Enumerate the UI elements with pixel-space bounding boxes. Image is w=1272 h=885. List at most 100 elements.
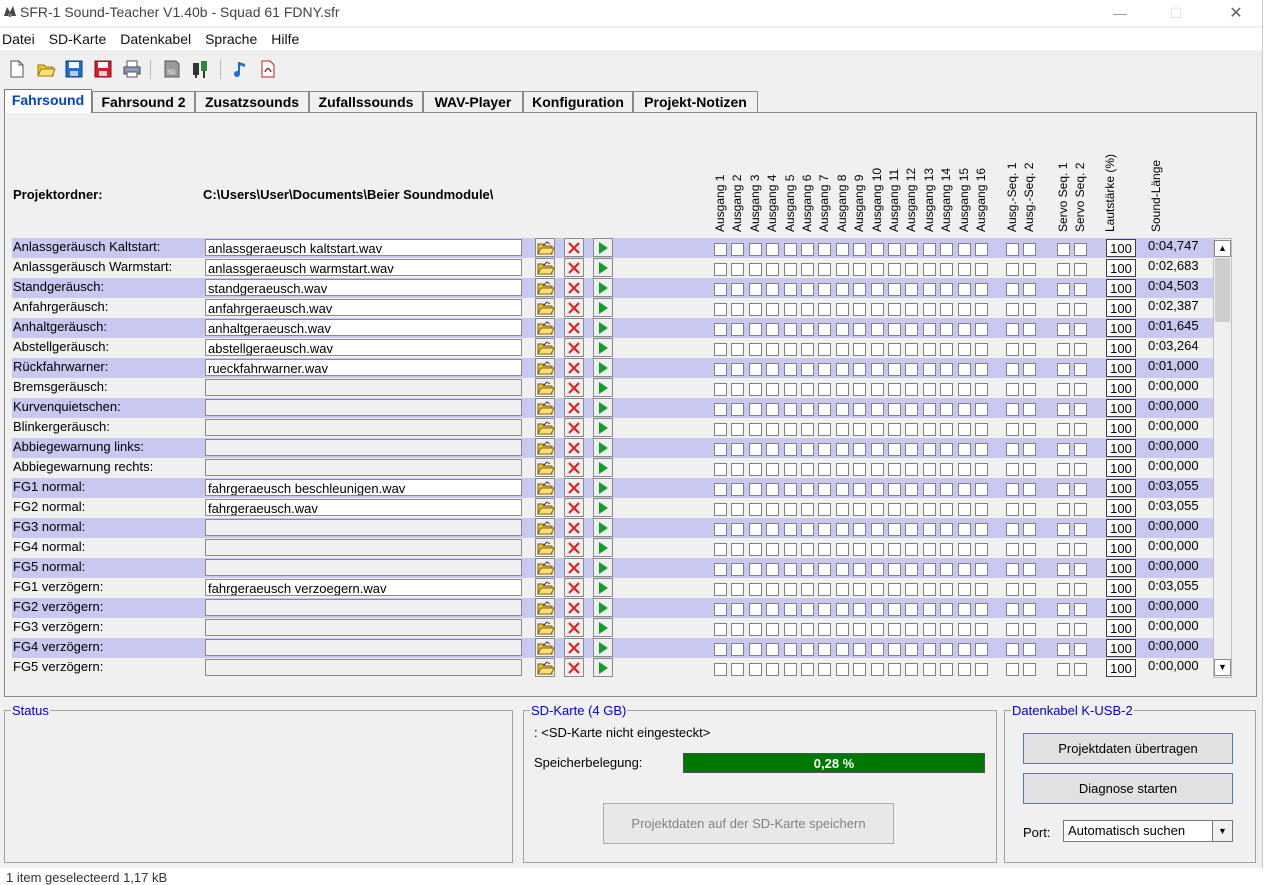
ausgang-5-checkbox[interactable] <box>783 643 797 656</box>
ausg-seq-2-checkbox[interactable] <box>1023 403 1036 416</box>
ausgang-11-checkbox[interactable] <box>888 643 901 656</box>
ausgang-2-checkbox[interactable] <box>731 503 745 516</box>
ausgang-2-checkbox[interactable] <box>731 383 745 396</box>
ausgang-8-checkbox[interactable] <box>835 483 849 496</box>
servo-seq-1-checkbox[interactable] <box>1057 543 1070 556</box>
ausgang-9-checkbox[interactable] <box>853 463 867 476</box>
delete-file-button[interactable] <box>564 638 584 657</box>
volume-field[interactable]: 100 <box>1106 579 1136 597</box>
ausgang-3-checkbox[interactable] <box>748 383 762 396</box>
ausgang-4-checkbox[interactable] <box>766 443 780 456</box>
delete-file-button[interactable] <box>564 358 584 377</box>
ausg-seq-1-checkbox[interactable] <box>1006 523 1019 536</box>
ausgang-10-checkbox[interactable] <box>870 623 884 636</box>
tab-zusatzsounds[interactable]: Zusatzsounds <box>195 91 309 112</box>
ausgang-3-checkbox[interactable] <box>748 243 762 256</box>
delete-file-button[interactable] <box>564 498 584 517</box>
ausgang-9-checkbox[interactable] <box>853 663 867 676</box>
ausgang-5-checkbox[interactable] <box>783 583 797 596</box>
ausgang-10-checkbox[interactable] <box>870 663 884 676</box>
ausgang-1-checkbox[interactable] <box>714 543 727 556</box>
ausgang-5-checkbox[interactable] <box>783 263 797 276</box>
ausgang-3-checkbox[interactable] <box>748 403 762 416</box>
ausgang-3-checkbox[interactable] <box>748 443 762 456</box>
volume-field[interactable]: 100 <box>1106 339 1136 357</box>
ausgang-4-checkbox[interactable] <box>766 623 780 636</box>
delete-file-button[interactable] <box>564 318 584 337</box>
ausgang-7-checkbox[interactable] <box>818 363 832 376</box>
ausgang-14-checkbox[interactable] <box>940 603 954 616</box>
ausgang-9-checkbox[interactable] <box>853 583 867 596</box>
ausgang-5-checkbox[interactable] <box>783 303 797 316</box>
ausgang-16-checkbox[interactable] <box>975 423 988 436</box>
ausg-seq-1-checkbox[interactable] <box>1006 503 1019 516</box>
ausgang-6-checkbox[interactable] <box>801 483 814 496</box>
ausgang-10-checkbox[interactable] <box>870 643 884 656</box>
ausgang-14-checkbox[interactable] <box>940 543 954 556</box>
ausgang-12-checkbox[interactable] <box>905 623 919 636</box>
table-scrollbar[interactable]: ▲ ▼ <box>1213 238 1232 678</box>
browse-file-button[interactable] <box>535 338 555 357</box>
ausgang-15-checkbox[interactable] <box>957 543 971 556</box>
ausgang-12-checkbox[interactable] <box>905 523 919 536</box>
dropdown-arrow-icon[interactable]: ▼ <box>1212 821 1232 841</box>
ausgang-13-checkbox[interactable] <box>922 563 936 576</box>
ausgang-10-checkbox[interactable] <box>870 403 884 416</box>
ausgang-16-checkbox[interactable] <box>975 283 988 296</box>
maximize-button[interactable]: ☐ <box>1153 0 1199 26</box>
tab-projekt-notizen[interactable]: Projekt-Notizen <box>633 91 758 112</box>
ausgang-2-checkbox[interactable] <box>731 463 745 476</box>
ausgang-15-checkbox[interactable] <box>957 563 971 576</box>
servo-seq-1-checkbox[interactable] <box>1057 483 1070 496</box>
ausgang-5-checkbox[interactable] <box>783 363 797 376</box>
ausgang-10-checkbox[interactable] <box>870 463 884 476</box>
ausgang-2-checkbox[interactable] <box>731 483 745 496</box>
ausgang-6-checkbox[interactable] <box>801 443 814 456</box>
delete-file-button[interactable] <box>564 458 584 477</box>
ausgang-8-checkbox[interactable] <box>835 503 849 516</box>
ausgang-12-checkbox[interactable] <box>905 343 919 356</box>
ausg-seq-2-checkbox[interactable] <box>1023 583 1036 596</box>
servo-seq-1-checkbox[interactable] <box>1057 523 1070 536</box>
servo-seq-1-checkbox[interactable] <box>1057 663 1070 676</box>
sound-file-field[interactable]: anlassgeraeusch warmstart.wav <box>205 259 522 276</box>
save-icon[interactable] <box>64 59 84 79</box>
ausgang-14-checkbox[interactable] <box>940 563 954 576</box>
volume-field[interactable]: 100 <box>1106 639 1136 657</box>
ausgang-5-checkbox[interactable] <box>783 283 797 296</box>
ausgang-3-checkbox[interactable] <box>748 323 762 336</box>
play-sound-button[interactable] <box>593 318 613 337</box>
browse-file-button[interactable] <box>535 618 555 637</box>
scroll-thumb[interactable] <box>1215 258 1230 322</box>
scroll-up-button[interactable]: ▲ <box>1214 240 1231 257</box>
ausgang-9-checkbox[interactable] <box>853 283 867 296</box>
ausgang-12-checkbox[interactable] <box>905 243 919 256</box>
ausgang-16-checkbox[interactable] <box>975 343 988 356</box>
ausgang-6-checkbox[interactable] <box>801 423 814 436</box>
ausgang-6-checkbox[interactable] <box>801 403 814 416</box>
ausgang-15-checkbox[interactable] <box>957 423 971 436</box>
ausgang-2-checkbox[interactable] <box>731 343 745 356</box>
ausgang-7-checkbox[interactable] <box>818 543 832 556</box>
open-icon[interactable] <box>36 59 56 79</box>
tab-zufallssounds[interactable]: Zufallssounds <box>309 91 423 112</box>
browse-file-button[interactable] <box>535 318 555 337</box>
ausgang-5-checkbox[interactable] <box>783 383 797 396</box>
ausgang-13-checkbox[interactable] <box>922 643 936 656</box>
ausgang-8-checkbox[interactable] <box>835 623 849 636</box>
ausgang-16-checkbox[interactable] <box>975 583 988 596</box>
ausgang-10-checkbox[interactable] <box>870 363 884 376</box>
ausgang-11-checkbox[interactable] <box>888 363 901 376</box>
delete-file-button[interactable] <box>564 258 584 277</box>
menu-datenkabel[interactable]: Datenkabel <box>118 28 200 50</box>
ausgang-2-checkbox[interactable] <box>731 583 745 596</box>
browse-file-button[interactable] <box>535 258 555 277</box>
volume-field[interactable]: 100 <box>1106 659 1136 677</box>
port-select[interactable]: Automatisch suchen ▼ <box>1063 820 1233 842</box>
ausg-seq-2-checkbox[interactable] <box>1023 483 1036 496</box>
servo-seq-1-checkbox[interactable] <box>1057 303 1070 316</box>
play-sound-button[interactable] <box>593 498 613 517</box>
ausgang-16-checkbox[interactable] <box>975 323 988 336</box>
ausg-seq-1-checkbox[interactable] <box>1006 443 1019 456</box>
ausgang-8-checkbox[interactable] <box>835 583 849 596</box>
